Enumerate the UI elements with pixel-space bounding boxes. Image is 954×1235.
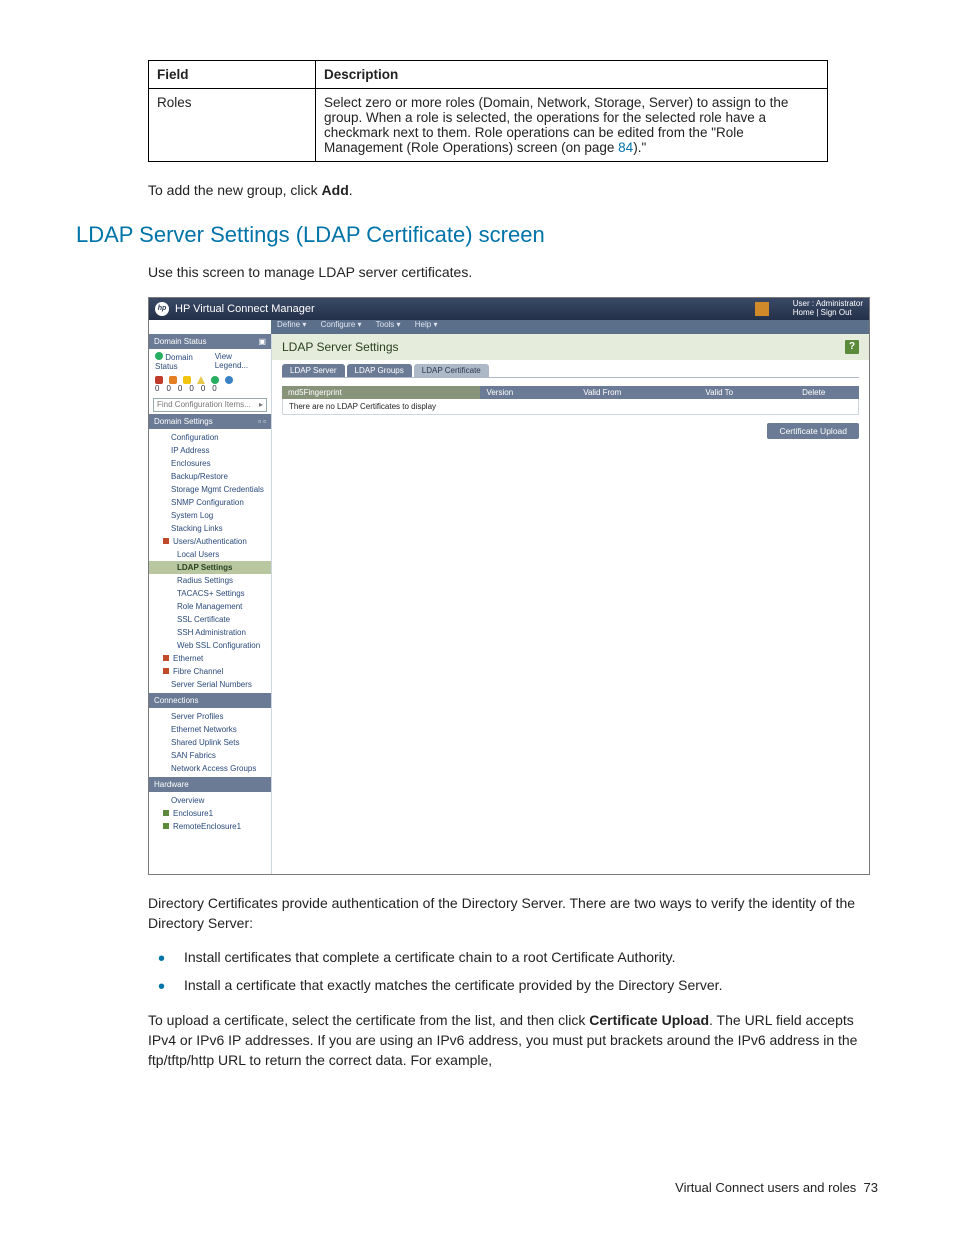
cert-grid: md5Fingerprint Version Valid From Valid … — [282, 386, 859, 415]
col-md5fingerprint[interactable]: md5Fingerprint — [282, 386, 480, 399]
status-minor-icon — [183, 376, 191, 384]
cert-grid-header: md5Fingerprint Version Valid From Valid … — [282, 386, 859, 399]
td-field-roles: Roles — [149, 89, 316, 162]
sidebar-hdr-hardware: Hardware — [149, 777, 271, 792]
vcm-user-info: User : Administrator Home | Sign Out — [793, 300, 863, 318]
vcm-app-title: HP Virtual Connect Manager — [175, 303, 755, 315]
sidebar-item-fibre[interactable]: Fibre Channel — [149, 665, 271, 678]
panel-controls-icon[interactable]: ▫ ▫ — [258, 417, 266, 426]
sidebar-item-server-profiles[interactable]: Server Profiles — [149, 710, 271, 723]
page-number: 73 — [864, 1180, 878, 1195]
status-ok2-icon — [211, 376, 219, 384]
col-delete[interactable]: Delete — [796, 386, 859, 399]
sidebar-domain-status-row[interactable]: Domain Status View Legend... — [149, 349, 271, 374]
tab-ldap-groups[interactable]: LDAP Groups — [347, 364, 412, 377]
menu-configure[interactable]: Configure ▾ — [321, 320, 362, 329]
sidebar-search[interactable]: Find Configuration Items...▸ — [153, 398, 267, 412]
sidebar-item-ldap-settings[interactable]: LDAP Settings — [149, 561, 271, 574]
tab-ldap-server[interactable]: LDAP Server — [282, 364, 345, 377]
vcm-sidebar: Domain Status▣ Domain Status View Legend… — [149, 334, 272, 874]
sidebar-item-san-fabrics[interactable]: SAN Fabrics — [149, 749, 271, 762]
para-upload-cert: To upload a certificate, select the cert… — [148, 1010, 878, 1071]
col-valid-to[interactable]: Valid To — [699, 386, 796, 399]
sidebar-item-radius[interactable]: Radius Settings — [149, 574, 271, 587]
hp-logo-icon: hp — [155, 302, 169, 316]
vcm-home-signout[interactable]: Home | Sign Out — [793, 309, 863, 318]
sidebar-item-storage-mgmt[interactable]: Storage Mgmt Credentials — [149, 483, 271, 496]
home-icon[interactable] — [755, 302, 769, 316]
status-major-icon — [169, 376, 177, 384]
para-intro: Use this screen to manage LDAP server ce… — [148, 262, 878, 282]
sidebar-item-configuration[interactable]: Configuration — [149, 431, 271, 444]
certificate-upload-button[interactable]: Certificate Upload — [767, 423, 859, 439]
sidebar-item-remote-enclosure1[interactable]: RemoteEnclosure1 — [149, 820, 271, 833]
sidebar-item-net-access-groups[interactable]: Network Access Groups — [149, 762, 271, 775]
field-description-table: Field Description Roles Select zero or m… — [148, 60, 828, 162]
para-add-group: To add the new group, click Add. — [148, 180, 878, 200]
status-critical-icon — [155, 376, 163, 384]
sidebar-item-tacacs[interactable]: TACACS+ Settings — [149, 587, 271, 600]
sidebar-item-ssh-admin[interactable]: SSH Administration — [149, 626, 271, 639]
sidebar-item-stacking-links[interactable]: Stacking Links — [149, 522, 271, 535]
menu-help[interactable]: Help ▾ — [415, 320, 438, 329]
sidebar-status-counts: 000000 — [149, 384, 271, 396]
sidebar-hdr-domain-status: Domain Status▣ — [149, 334, 271, 349]
th-description: Description — [316, 61, 828, 89]
vcm-application: hp HP Virtual Connect Manager User : Adm… — [148, 297, 870, 875]
page-link-84[interactable]: 84 — [618, 140, 633, 155]
section-heading-ldap-cert: LDAP Server Settings (LDAP Certificate) … — [76, 222, 878, 248]
para-directory-certs: Directory Certificates provide authentic… — [148, 893, 878, 934]
sidebar-item-enclosures[interactable]: Enclosures — [149, 457, 271, 470]
td-desc-roles: Select zero or more roles (Domain, Netwo… — [316, 89, 828, 162]
sidebar-item-serials[interactable]: Server Serial Numbers — [149, 678, 271, 691]
vcm-tabs: LDAP Server LDAP Groups LDAP Certificate — [272, 364, 869, 377]
col-version[interactable]: Version — [480, 386, 577, 399]
sidebar-hdr-domain-settings: Domain Settings▫ ▫ — [149, 414, 271, 429]
sidebar-item-ssl-cert[interactable]: SSL Certificate — [149, 613, 271, 626]
sidebar-status-icons — [149, 374, 271, 384]
sidebar-item-overview[interactable]: Overview — [149, 794, 271, 807]
collapse-icon[interactable]: ▣ — [258, 337, 266, 346]
sidebar-hdr-connections: Connections — [149, 693, 271, 708]
sidebar-item-system-log[interactable]: System Log — [149, 509, 271, 522]
view-legend-link[interactable]: View Legend... — [215, 352, 265, 371]
pane-title: LDAP Server Settings ? — [272, 334, 869, 360]
bullet-list: Install certificates that complete a cer… — [148, 947, 878, 996]
cert-grid-empty-row: There are no LDAP Certificates to displa… — [282, 399, 859, 415]
menu-define[interactable]: Define ▾ — [277, 320, 306, 329]
vcm-titlebar: hp HP Virtual Connect Manager User : Adm… — [149, 298, 869, 320]
tab-ldap-certificate[interactable]: LDAP Certificate — [414, 364, 489, 377]
sidebar-item-eth-networks[interactable]: Ethernet Networks — [149, 723, 271, 736]
bullet-2: Install a certificate that exactly match… — [148, 975, 878, 995]
search-go-icon[interactable]: ▸ — [259, 400, 263, 409]
page-footer: Virtual Connect users and roles 73 — [675, 1180, 878, 1195]
sidebar-item-users-auth[interactable]: Users/Authentication — [149, 535, 271, 548]
sidebar-item-role-mgmt[interactable]: Role Management — [149, 600, 271, 613]
sidebar-item-ethernet[interactable]: Ethernet — [149, 652, 271, 665]
help-icon[interactable]: ? — [845, 340, 859, 354]
sidebar-item-web-ssl[interactable]: Web SSL Configuration — [149, 639, 271, 652]
th-field: Field — [149, 61, 316, 89]
sidebar-item-snmp[interactable]: SNMP Configuration — [149, 496, 271, 509]
sidebar-item-backup-restore[interactable]: Backup/Restore — [149, 470, 271, 483]
col-valid-from[interactable]: Valid From — [577, 386, 699, 399]
status-ok-icon — [155, 352, 163, 360]
vcm-main-pane: LDAP Server Settings ? LDAP Server LDAP … — [272, 334, 869, 874]
status-info-icon — [225, 376, 233, 384]
bullet-1: Install certificates that complete a cer… — [148, 947, 878, 967]
sidebar-item-local-users[interactable]: Local Users — [149, 548, 271, 561]
sidebar-item-shared-uplink[interactable]: Shared Uplink Sets — [149, 736, 271, 749]
menu-tools[interactable]: Tools ▾ — [376, 320, 401, 329]
sidebar-item-enclosure1[interactable]: Enclosure1 — [149, 807, 271, 820]
status-warning-icon — [197, 376, 205, 384]
vcm-menu-bar: Define ▾ Configure ▾ Tools ▾ Help ▾ — [271, 320, 869, 334]
sidebar-item-ip-address[interactable]: IP Address — [149, 444, 271, 457]
